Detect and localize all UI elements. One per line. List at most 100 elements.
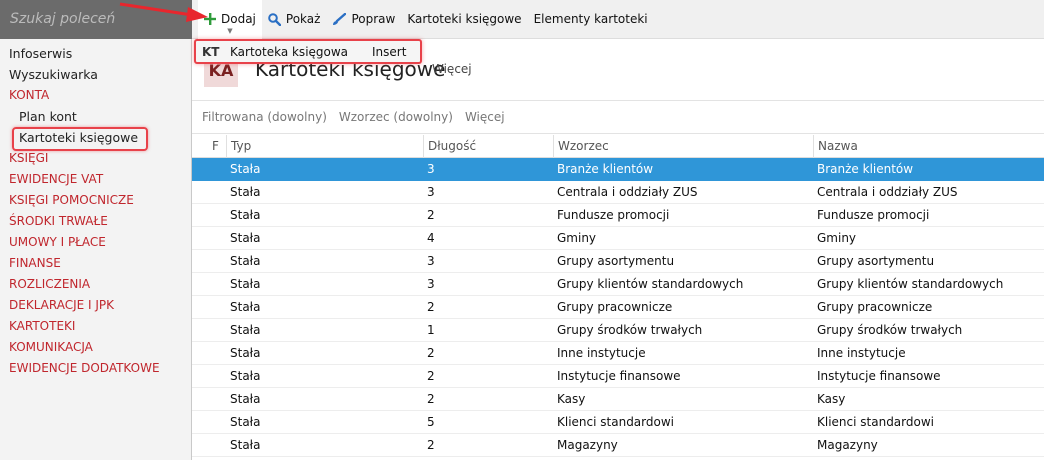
table-row[interactable]: Stała 3 Centrala i oddziały ZUS Centrala i … [192,181,1044,204]
cell-wz: Inne instytucje [557,346,646,360]
sidebar-section-umowy-i-place[interactable]: UMOWY I PŁACE [0,232,191,253]
sidebar-item-infoserwis[interactable]: Infoserwis [0,43,191,64]
cell-len: 3 [427,185,435,199]
sidebar-section-deklaracje-i-jpk[interactable]: DEKLARACJE I JPK [0,295,191,316]
table-header: F Typ Długość Wzorzec Nazwa [192,135,1044,158]
cell-typ: Stała [230,323,261,337]
filter-more[interactable]: Więcej [465,110,505,124]
sidebar-section-ewidencje-dodatkowe[interactable]: EWIDENCJE DODATKOWE [0,358,191,379]
cell-typ: Stała [230,277,261,291]
cell-wz: Grupy asortymentu [557,254,675,268]
add-dropdown-item-kartoteka[interactable]: KT Kartoteka księgowa Insert [194,39,422,64]
table-row[interactable]: Stała 2 Grupy pracownicze Grupy pracownicze [192,296,1044,319]
dropdown-item-shortcut: Insert [372,44,407,59]
cell-typ: Stała [230,208,261,222]
cell-typ: Stała [230,162,261,176]
table-row[interactable]: Stała 3 Grupy klientów standardowych Grupy … [192,273,1044,296]
cell-nz: Instytucje finansowe [817,369,941,383]
sidebar-section-finanse[interactable]: FINANSE [0,253,191,274]
sidebar-section-ksiegi[interactable]: KSIĘGI [0,148,191,169]
cell-typ: Stała [230,415,261,429]
chevron-down-icon: ▼ [227,26,233,35]
column-header-f[interactable]: F [208,135,219,158]
brush-icon [332,12,347,26]
table-row[interactable]: Stała 3 Grupy asortymentu Grupy asortymentu [192,250,1044,273]
table-row[interactable]: Stała 2 Fundusze promocji Fundusze promocji [192,204,1044,227]
cell-len: 2 [427,438,435,452]
cell-wz: Branże klientów [557,162,654,176]
filter-pattern[interactable]: Wzorzec (dowolny) [339,110,453,124]
cell-wz: Grupy klientów standardowych [557,277,744,291]
cell-wz: Grupy pracownicze [557,300,673,314]
cell-typ: Stała [230,438,261,452]
column-header-dlugosc[interactable]: Długość [423,135,476,158]
cell-len: 3 [427,162,435,176]
sidebar-section-rozliczenia[interactable]: ROZLICZENIA [0,274,191,295]
ledger-cards-button[interactable]: Kartoteki księgowe [401,0,527,39]
edit-button[interactable]: Popraw [326,0,401,39]
column-header-wzorzec[interactable]: Wzorzec [553,135,609,158]
sidebar-item-plan-kont[interactable]: Plan kont [0,106,191,127]
sidebar-section-ksiegi-pomocnicze[interactable]: KSIĘGI POMOCNICZE [0,190,191,211]
ledger-cards-button-label: Kartoteki księgowe [407,12,522,26]
table-body: Stała 3 Branże klientów Branże klientów Stał… [192,158,1044,457]
cell-nz: Gminy [817,231,857,245]
arrow-icon [119,2,208,22]
cell-nz: Grupy środków trwałych [817,323,963,337]
table-row[interactable]: Stała 3 Branże klientów Branże klientów [192,158,1044,181]
sidebar-section-ewidencje-vat[interactable]: EWIDENCJE VAT [0,169,191,190]
column-header-nazwa[interactable]: Nazwa [813,135,858,158]
table-row[interactable]: Stała 2 Instytucje finansowe Instytucje fin… [192,365,1044,388]
table-row[interactable]: Stała 2 Magazyny Magazyny [192,434,1044,457]
filter-bar: Filtrowana (dowolny) Wzorzec (dowolny) W… [192,100,1044,134]
edit-button-label: Popraw [351,12,396,26]
cell-len: 2 [427,369,435,383]
cell-len: 3 [427,254,435,268]
cell-nz: Fundusze promocji [817,208,930,222]
show-button[interactable]: Pokaż [262,0,327,39]
cell-wz: Gminy [557,231,597,245]
column-header-typ[interactable]: Typ [226,135,251,158]
cell-nz: Grupy klientów standardowych [817,277,1004,291]
sidebar-section-kartoteki[interactable]: KARTOTEKI [0,316,191,337]
filter-filtered[interactable]: Filtrowana (dowolny) [202,110,327,124]
dropdown-item-label: Kartoteka księgowa [230,44,349,59]
sidebar-section-konta[interactable]: KONTA [0,85,191,106]
toolbar: Dodaj ▼ Pokaż Popraw Kartoteki księgowe … [192,0,1044,39]
sidebar-section-srodki-trwale[interactable]: ŚRODKI TRWAŁE [0,211,191,232]
table-row[interactable]: Stała 4 Gminy Gminy [192,227,1044,250]
sidebar-section-komunikacja[interactable]: KOMUNIKACJA [0,337,191,358]
header-more-link[interactable]: Więcej [432,62,472,76]
cell-typ: Stała [230,346,261,360]
show-button-label: Pokaż [285,12,321,26]
cell-wz: Magazyny [557,438,618,452]
sidebar-item-kartoteki-ksiegowe[interactable]: Kartoteki księgowe [0,127,191,151]
cell-nz: Branże klientów [817,162,914,176]
card-elements-button-label: Elementy kartoteki [533,12,648,26]
table-row[interactable]: Stała 2 Kasy Kasy [192,388,1044,411]
dropdown-item-abbr: KT [202,44,220,59]
cell-len: 3 [427,277,435,291]
cell-nz: Magazyny [817,438,878,452]
cell-nz: Grupy pracownicze [817,300,933,314]
cell-typ: Stała [230,300,261,314]
cell-nz: Centrala i oddziały ZUS [817,185,958,199]
cell-wz: Grupy środków trwałych [557,323,703,337]
search-icon [268,12,281,26]
table-row[interactable]: Stała 2 Inne instytucje Inne instytucje [192,342,1044,365]
cell-len: 2 [427,392,435,406]
cell-len: 2 [427,346,435,360]
cell-len: 4 [427,231,435,245]
cell-typ: Stała [230,392,261,406]
cell-typ: Stała [230,185,261,199]
table-row[interactable]: Stała 1 Grupy środków trwałych Grupy środkó… [192,319,1044,342]
cell-wz: Centrala i oddziały ZUS [557,185,698,199]
cell-typ: Stała [230,369,261,383]
cell-nz: Grupy asortymentu [817,254,935,268]
card-elements-button[interactable]: Elementy kartoteki [528,0,654,39]
cell-wz: Instytucje finansowe [557,369,681,383]
table-row[interactable]: Stała 5 Klienci standardowi Klienci standar… [192,411,1044,434]
cell-wz: Fundusze promocji [557,208,670,222]
cell-len: 2 [427,208,435,222]
sidebar-item-wyszukiwarka[interactable]: Wyszukiwarka [0,64,191,85]
